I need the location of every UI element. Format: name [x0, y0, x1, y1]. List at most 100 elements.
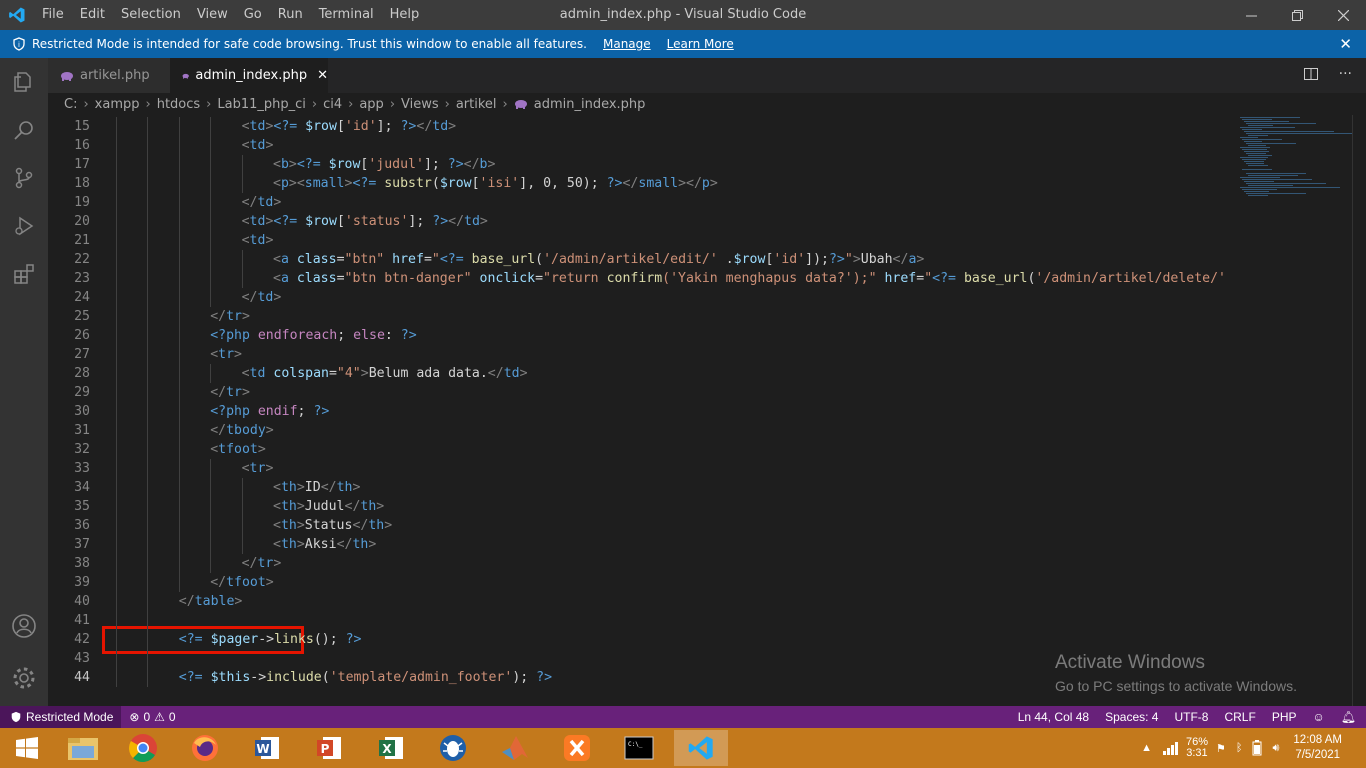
menu-edit[interactable]: Edit	[72, 0, 113, 30]
breadcrumb-file[interactable]: admin_index.php	[534, 97, 646, 112]
indentation[interactable]: Spaces: 4	[1105, 710, 1158, 724]
xampp-taskbar[interactable]	[550, 730, 604, 766]
tab-artikel-php[interactable]: artikel.php	[48, 58, 170, 93]
code-editor[interactable]: 15 <td><?= $row['id']; ?></td> 16 <td> 17 <b>…	[48, 115, 1232, 706]
battery-icon[interactable]	[1252, 740, 1262, 756]
menu-view[interactable]: View	[189, 0, 236, 30]
code-line[interactable]: 40 </table>	[48, 592, 1232, 611]
code-line[interactable]: 36 <th>Status</th>	[48, 516, 1232, 535]
code-line[interactable]: 39 </tfoot>	[48, 573, 1232, 592]
code-line[interactable]: 17 <b><?= $row['judul']; ?></b>	[48, 155, 1232, 174]
settings-gear-icon[interactable]	[0, 654, 48, 702]
menu-selection[interactable]: Selection	[113, 0, 189, 30]
excel-taskbar[interactable]: X	[364, 730, 418, 766]
extensions-icon[interactable]	[0, 250, 48, 298]
code-line[interactable]: 41	[48, 611, 1232, 630]
code-line[interactable]: 32 <tfoot>	[48, 440, 1232, 459]
code-line[interactable]: 34 <th>ID</th>	[48, 478, 1232, 497]
minimap-line	[1242, 149, 1267, 150]
menu-help[interactable]: Help	[382, 0, 428, 30]
code-line[interactable]: 23 <a class="btn btn-danger" onclick="ret…	[48, 269, 1232, 288]
more-actions-icon[interactable]: ···	[1339, 66, 1352, 82]
code-line[interactable]: 27 <tr>	[48, 345, 1232, 364]
breadcrumb-item[interactable]: Lab11_php_ci	[217, 97, 306, 112]
code-line[interactable]: 38 </tr>	[48, 554, 1232, 573]
code-line[interactable]: 25 </tr>	[48, 307, 1232, 326]
code-line[interactable]: 16 <td>	[48, 136, 1232, 155]
volume-icon[interactable]: 🔊︎	[1272, 742, 1279, 755]
explorer-icon[interactable]	[0, 58, 48, 106]
indent-guide	[147, 307, 149, 326]
close-window-button[interactable]	[1320, 0, 1366, 30]
cursor-position[interactable]: Ln 44, Col 48	[1018, 710, 1089, 724]
tab-admin-index-php[interactable]: admin_index.php ✕	[170, 58, 328, 93]
minimize-button[interactable]	[1228, 0, 1274, 30]
manage-link[interactable]: Manage	[603, 37, 651, 51]
firefox-taskbar[interactable]	[178, 730, 232, 766]
matlab-taskbar[interactable]	[488, 730, 542, 766]
signal-icon[interactable]	[1162, 741, 1180, 755]
code-line[interactable]: 15 <td><?= $row['id']; ?></td>	[48, 117, 1232, 136]
code-line[interactable]: 30 <?php endif; ?>	[48, 402, 1232, 421]
close-banner-icon[interactable]: ✕	[1339, 35, 1352, 53]
restricted-mode-status[interactable]: Restricted Mode	[0, 706, 122, 728]
breadcrumb-item[interactable]: xampp	[95, 97, 140, 112]
breadcrumb-item[interactable]: ci4	[323, 97, 342, 112]
code-line[interactable]: 18 <p><small><?= substr($row['isi'], 0, 5…	[48, 174, 1232, 193]
bluetooth-icon[interactable]: ᛒ	[1236, 742, 1243, 754]
menu-go[interactable]: Go	[236, 0, 270, 30]
code-line[interactable]: 24 </td>	[48, 288, 1232, 307]
code-line[interactable]: 35 <th>Judul</th>	[48, 497, 1232, 516]
feedback-icon[interactable]: ☺	[1313, 710, 1325, 724]
minimap[interactable]	[1232, 115, 1354, 706]
indent-guide	[147, 535, 149, 554]
learn-more-link[interactable]: Learn More	[667, 37, 734, 51]
taskbar-clock[interactable]: 12:08 AM 7/5/2021	[1293, 733, 1342, 763]
notifications-bell-icon[interactable]: 🔔︎	[1341, 710, 1356, 724]
command-prompt-taskbar[interactable]: C:\_	[612, 730, 666, 766]
code-line[interactable]: 37 <th>Aksi</th>	[48, 535, 1232, 554]
vertical-scrollbar[interactable]	[1352, 115, 1366, 706]
indent-guide	[178, 269, 180, 288]
powerpoint-taskbar[interactable]: P	[302, 730, 356, 766]
run-debug-icon[interactable]	[0, 202, 48, 250]
menu-file[interactable]: File	[34, 0, 72, 30]
code-line[interactable]: 21 <td>	[48, 231, 1232, 250]
menu-terminal[interactable]: Terminal	[311, 0, 382, 30]
start-button[interactable]	[0, 730, 54, 766]
file-explorer-taskbar[interactable]	[56, 730, 110, 766]
indent-guide	[178, 250, 180, 269]
show-hidden-icons[interactable]: ▲	[1141, 742, 1152, 754]
close-tab-icon[interactable]: ✕	[317, 68, 328, 83]
vscode-taskbar[interactable]	[674, 730, 728, 766]
breadcrumb-item[interactable]: artikel	[456, 97, 497, 112]
code-line[interactable]: 22 <a class="btn" href="<?= base_url('/ad…	[48, 250, 1232, 269]
search-icon[interactable]	[0, 106, 48, 154]
chrome-taskbar[interactable]	[116, 730, 170, 766]
code-line[interactable]: 31 </tbody>	[48, 421, 1232, 440]
source-control-icon[interactable]	[0, 154, 48, 202]
code-line[interactable]: 26 <?php endforeach; else: ?>	[48, 326, 1232, 345]
encoding[interactable]: UTF-8	[1174, 710, 1208, 724]
breadcrumb-item[interactable]: app	[359, 97, 383, 112]
word-taskbar[interactable]: W	[240, 730, 294, 766]
php-file-icon	[61, 71, 73, 81]
language-mode[interactable]: PHP	[1272, 710, 1297, 724]
problems-status[interactable]: ⊗ 0 ⚠ 0	[121, 710, 175, 724]
breadcrumb-item[interactable]: Views	[401, 97, 439, 112]
code-line[interactable]: 33 <tr>	[48, 459, 1232, 478]
bug-app-taskbar[interactable]	[426, 730, 480, 766]
flag-icon[interactable]: ⚑	[1216, 742, 1226, 755]
account-icon[interactable]	[0, 602, 48, 650]
code-line[interactable]: 20 <td><?= $row['status']; ?></td>	[48, 212, 1232, 231]
code-line[interactable]: 28 <td colspan="4">Belum ada data.</td>	[48, 364, 1232, 383]
menu-run[interactable]: Run	[270, 0, 311, 30]
code-line[interactable]: 29 </tr>	[48, 383, 1232, 402]
breadcrumb-item[interactable]: C:	[64, 97, 77, 112]
restore-button[interactable]	[1274, 0, 1320, 30]
code-line[interactable]: 42 <?= $pager->links(); ?>	[48, 630, 1232, 649]
end-of-line[interactable]: CRLF	[1224, 710, 1255, 724]
split-editor-icon[interactable]	[1303, 66, 1319, 82]
breadcrumb-item[interactable]: htdocs	[157, 97, 200, 112]
code-line[interactable]: 19 </td>	[48, 193, 1232, 212]
